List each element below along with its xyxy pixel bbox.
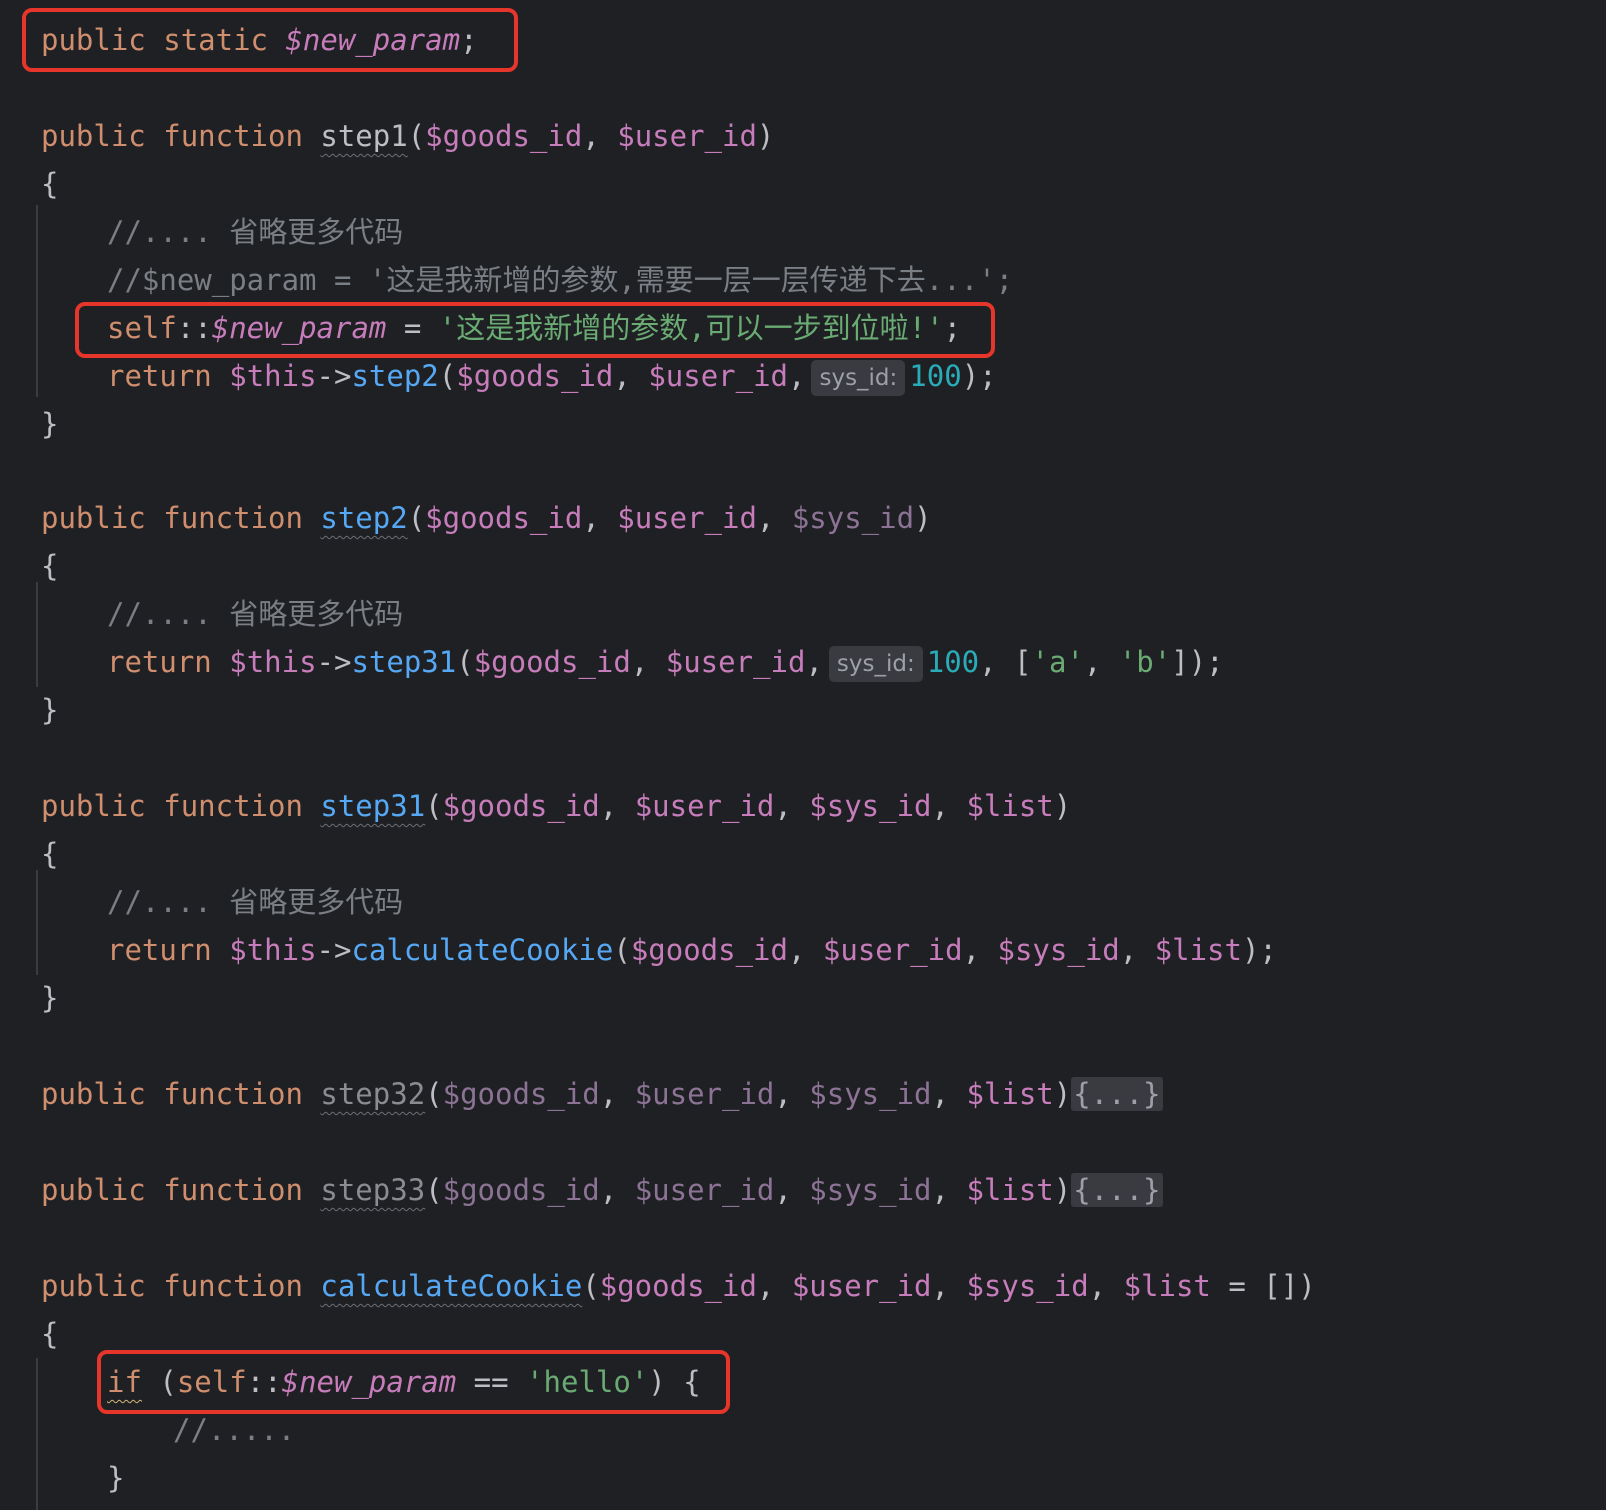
- code-line-step2-signature[interactable]: public function step2($goods_id, $user_i…: [41, 494, 932, 542]
- comment-line-passdown: //$new_param = '这是我新增的参数,需要一层一层传递下去...';: [107, 263, 1014, 297]
- indent-guide: [36, 582, 38, 687]
- call-step2[interactable]: step2: [351, 359, 438, 393]
- code-line-step32-folded[interactable]: public function step32($goods_id, $user_…: [41, 1070, 1163, 1118]
- open-brace: {: [41, 837, 59, 871]
- comment-line: //.... 省略更多代码: [107, 215, 404, 249]
- folded-body-button[interactable]: {...}: [1071, 1173, 1163, 1207]
- comment-line: //.... 省略更多代码: [107, 597, 404, 631]
- code-line-step1-signature[interactable]: public function step1($goods_id, $user_i…: [41, 112, 774, 160]
- function-name-step32[interactable]: step32: [320, 1077, 425, 1111]
- code-line-calculate-signature[interactable]: public function calculateCookie($goods_i…: [41, 1262, 1316, 1310]
- parameter-hint-sys-id: sys_id:: [828, 646, 923, 682]
- open-brace: {: [41, 549, 59, 583]
- function-name-step33[interactable]: step33: [320, 1173, 425, 1207]
- code-line-step31-signature[interactable]: public function step31($goods_id, $user_…: [41, 782, 1071, 830]
- code-line-return-step2[interactable]: return $this->step2($goods_id, $user_id,…: [107, 352, 997, 400]
- indent-guide: [36, 1358, 38, 1510]
- code-line-return-step31[interactable]: return $this->step31($goods_id, $user_id…: [107, 638, 1224, 686]
- close-brace: }: [41, 407, 59, 441]
- open-brace: {: [41, 167, 59, 201]
- indent-guide: [36, 870, 38, 975]
- call-step31[interactable]: step31: [351, 645, 456, 679]
- parameter-hint-sys-id: sys_id:: [811, 360, 906, 396]
- highlight-box-assign-static: [75, 302, 995, 358]
- highlight-box-static-decl: [22, 8, 518, 72]
- function-name-calculate-cookie[interactable]: calculateCookie: [320, 1269, 582, 1303]
- function-name-step2[interactable]: step2: [320, 501, 407, 535]
- open-brace: {: [41, 1317, 59, 1351]
- folded-body-button[interactable]: {...}: [1071, 1077, 1163, 1111]
- close-brace: }: [41, 981, 59, 1015]
- close-brace: }: [41, 693, 59, 727]
- code-line-return-calculate[interactable]: return $this->calculateCookie($goods_id,…: [107, 926, 1277, 974]
- indent-guide: [36, 205, 38, 397]
- close-brace: }: [107, 1461, 125, 1495]
- comment-line: //.... 省略更多代码: [107, 885, 404, 919]
- code-line-step33-folded[interactable]: public function step33($goods_id, $user_…: [41, 1166, 1163, 1214]
- call-calculate-cookie[interactable]: calculateCookie: [351, 933, 613, 967]
- function-name-step1[interactable]: step1: [320, 119, 407, 153]
- highlight-box-if-condition: [97, 1350, 730, 1414]
- function-name-step31[interactable]: step31: [320, 789, 425, 823]
